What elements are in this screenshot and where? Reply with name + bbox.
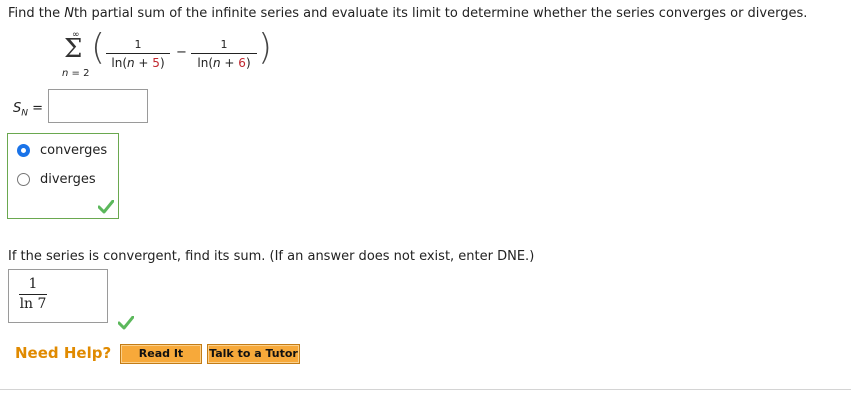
sum-question-prompt: If the series is convergent, find its su… <box>8 249 535 264</box>
sigma-symbol: Σ <box>64 34 83 64</box>
sum-answer-input[interactable]: 1 ln 7 <box>8 269 108 323</box>
radio-diverges-label[interactable]: diverges <box>40 172 96 187</box>
divider <box>0 389 851 390</box>
prompt-text-1: Find the <box>8 6 65 21</box>
sn-label: SN = <box>13 101 44 119</box>
fraction-2: 1 ln(n + 6) <box>191 38 257 70</box>
partial-sum-input[interactable] <box>48 89 148 123</box>
fraction-2-denominator: ln(n + 6) <box>197 56 251 70</box>
sum-lower-limit: n = 2 <box>62 68 90 79</box>
sum-answer-fraction: 1 ln 7 <box>19 276 47 312</box>
fraction-1: 1 ln(n + 5) <box>106 38 170 70</box>
minus-sign: − <box>176 45 187 60</box>
answer-numerator: 1 <box>28 276 38 292</box>
radio-diverges[interactable] <box>17 173 30 186</box>
fraction-1-numerator: 1 <box>134 38 142 51</box>
question-prompt: Find the Nth partial sum of the infinite… <box>8 6 807 21</box>
need-help-label: Need Help? <box>15 344 112 362</box>
close-paren: ) <box>258 27 273 68</box>
prompt-text-2: th partial sum of the infinite series an… <box>73 6 808 21</box>
fraction-1-denominator: ln(n + 5) <box>111 56 165 70</box>
correct-check-icon <box>98 200 114 214</box>
radio-converges-label[interactable]: converges <box>40 143 107 158</box>
answer-denominator: ln 7 <box>19 296 47 312</box>
correct-check-icon <box>118 316 134 330</box>
radio-converges[interactable] <box>17 144 30 157</box>
prompt-variable-n: N <box>64 6 74 21</box>
read-it-button[interactable]: Read It <box>120 344 202 364</box>
fraction-2-numerator: 1 <box>220 38 228 51</box>
open-paren: ( <box>91 27 106 68</box>
talk-to-tutor-button[interactable]: Talk to a Tutor <box>207 344 300 364</box>
